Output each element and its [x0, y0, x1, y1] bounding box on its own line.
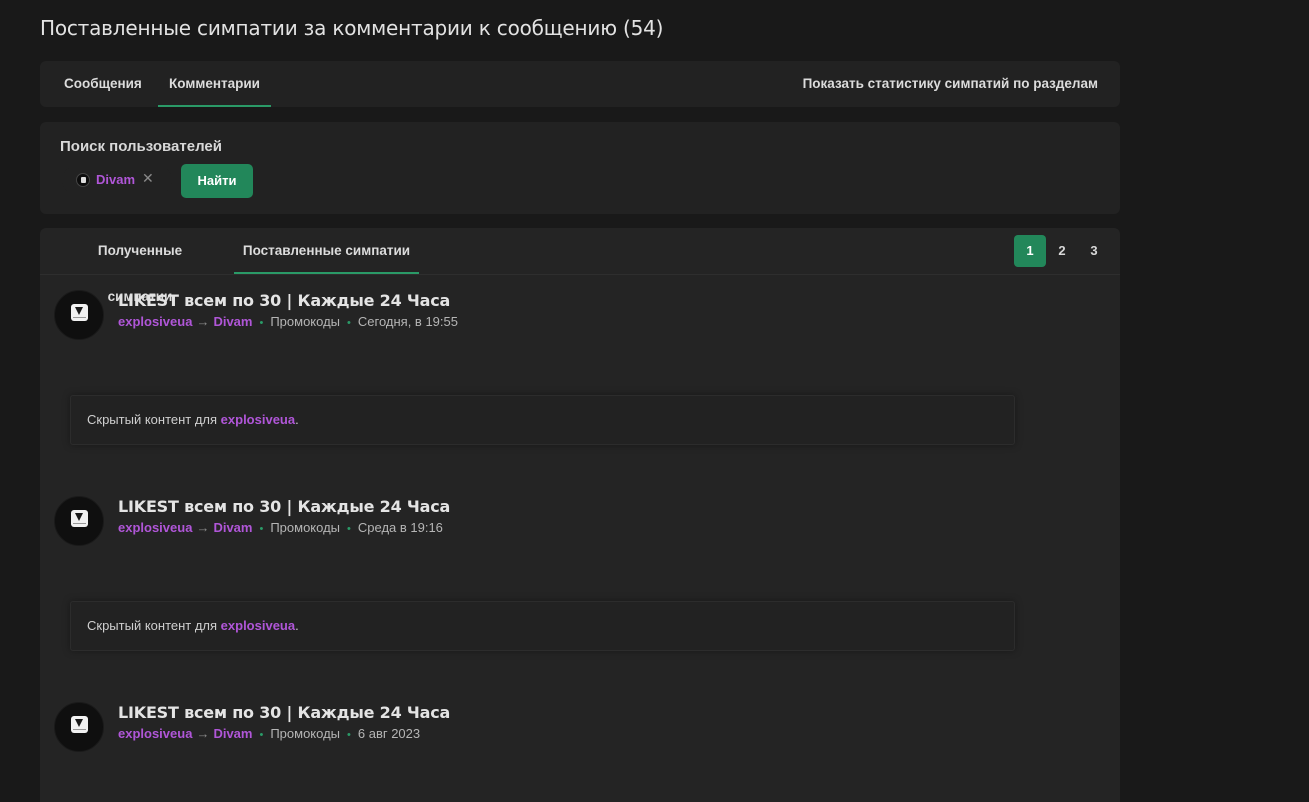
separator-dot: •	[259, 317, 264, 329]
show-stats-link[interactable]: Показать статистику симпатий по разделам	[803, 61, 1098, 107]
from-user-link[interactable]: explosiveua	[118, 314, 192, 329]
separator-dot: •	[259, 729, 264, 741]
token-username: Divam	[96, 172, 136, 187]
section-link[interactable]: Промокоды	[270, 314, 340, 329]
from-user-link[interactable]: explosiveua	[118, 520, 192, 535]
item-title[interactable]: LIKEST всем по 30 | Каждые 24 Часа	[118, 497, 450, 516]
content-type-tabs: Сообщения Комментарии Показать статистик…	[40, 61, 1120, 107]
item-meta: explosiveua → Divam • Промокоды • Сегодня, в 1…	[118, 314, 458, 329]
token-avatar	[76, 173, 90, 187]
page-1-button[interactable]: 1	[1014, 235, 1046, 267]
hidden-suffix: .	[295, 618, 299, 633]
tab-comments[interactable]: Комментарии	[158, 61, 271, 107]
avatar[interactable]	[54, 290, 104, 340]
separator-dot: •	[347, 523, 351, 535]
avatar[interactable]	[54, 702, 104, 752]
tab-given-likes[interactable]: Поставленные симпатии	[234, 228, 419, 274]
hidden-user-link[interactable]: explosiveua	[221, 618, 295, 633]
section-link[interactable]: Промокоды	[270, 726, 340, 741]
item-meta: explosiveua → Divam • Промокоды • Среда в 19:1…	[118, 520, 443, 535]
user-search-input[interactable]: Divam ✕	[62, 166, 172, 194]
logo-icon	[71, 716, 88, 733]
arrow-right-icon: →	[196, 314, 210, 329]
tab-received-likes[interactable]: Полученные симпатии	[64, 228, 216, 304]
list-item: LIKEST всем по 30 | Каждые 24 Часа explo…	[40, 275, 1120, 481]
item-meta: explosiveua → Divam • Промокоды • 6 авг 2023	[118, 726, 420, 741]
item-date: 6 авг 2023	[357, 726, 421, 741]
list-item: LIKEST всем по 30 | Каждые 24 Часа explo…	[40, 687, 1120, 802]
pagination: 123	[1014, 235, 1110, 267]
page-3-button[interactable]: 3	[1078, 235, 1110, 267]
find-button[interactable]: Найти	[181, 164, 253, 198]
hidden-content-text: Скрытый контент для explosiveua.	[87, 412, 299, 427]
close-icon[interactable]: ✕	[142, 170, 154, 187]
likes-panel: Полученные симпатии Поставленные симпати…	[40, 228, 1120, 802]
separator-dot: •	[259, 523, 264, 535]
section-link[interactable]: Промокоды	[270, 520, 340, 535]
to-user-link[interactable]: Divam	[213, 520, 252, 535]
hidden-suffix: .	[295, 412, 299, 427]
item-title[interactable]: LIKEST всем по 30 | Каждые 24 Часа	[118, 703, 450, 722]
hidden-user-link[interactable]: explosiveua	[221, 412, 295, 427]
hidden-content-box: Скрытый контент для explosiveua.	[70, 601, 1015, 651]
avatar[interactable]	[54, 496, 104, 546]
tab-messages[interactable]: Сообщения	[64, 61, 142, 107]
hidden-content-text: Скрытый контент для explosiveua.	[87, 618, 299, 633]
item-title[interactable]: LIKEST всем по 30 | Каждые 24 Часа	[118, 291, 450, 310]
arrow-right-icon: →	[196, 520, 210, 535]
hidden-prefix: Скрытый контент для	[87, 618, 221, 633]
separator-dot: •	[347, 317, 351, 329]
item-date: Сегодня, в 19:55	[357, 314, 458, 329]
to-user-link[interactable]: Divam	[213, 726, 252, 741]
user-search-block: Поиск пользователей Divam ✕ Найти	[40, 122, 1120, 214]
list-item: LIKEST всем по 30 | Каждые 24 Часа explo…	[40, 481, 1120, 687]
likes-subtabs: Полученные симпатии Поставленные симпати…	[40, 228, 1120, 304]
hidden-content-box: Скрытый контент для explosiveua.	[70, 395, 1015, 445]
from-user-link[interactable]: explosiveua	[118, 726, 192, 741]
page-2-button[interactable]: 2	[1046, 235, 1078, 267]
search-label: Поиск пользователей	[60, 138, 222, 155]
to-user-link[interactable]: Divam	[213, 314, 252, 329]
page-title: Поставленные симпатии за комментарии к с…	[40, 16, 664, 40]
logo-icon	[71, 510, 88, 527]
separator-dot: •	[347, 729, 351, 741]
arrow-right-icon: →	[196, 726, 210, 741]
item-date: Среда в 19:16	[357, 520, 443, 535]
logo-icon	[71, 304, 88, 321]
hidden-prefix: Скрытый контент для	[87, 412, 221, 427]
